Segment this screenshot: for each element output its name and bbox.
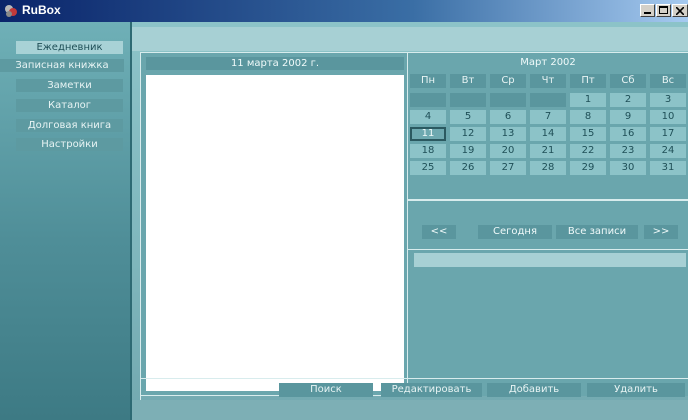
calendar-nav-bar: << Сегодня Все записи >>: [414, 225, 686, 241]
calendar-day[interactable]: 31: [650, 161, 686, 175]
calendar-day[interactable]: 4: [410, 110, 446, 124]
sidebar-item-catalog[interactable]: Каталог: [16, 99, 123, 112]
next-month-button[interactable]: >>: [644, 225, 678, 239]
bottom-toolbar: Поиск Редактировать Добавить Удалить: [140, 378, 688, 400]
divider: [408, 199, 688, 201]
calendar-day[interactable]: 29: [570, 161, 606, 175]
main-area: 11 марта 2002 г. Март 2002 Пн Вт Ср Чт Пт Сб В…: [132, 22, 688, 420]
close-button[interactable]: [672, 4, 688, 17]
calendar-day[interactable]: 15: [570, 127, 606, 141]
day-panel: 11 марта 2002 г.: [140, 52, 408, 396]
calendar-day[interactable]: 8: [570, 110, 606, 124]
calendar-day[interactable]: 25: [410, 161, 446, 175]
calendar-day-empty: [410, 93, 446, 107]
weekday-header: Пн: [410, 74, 446, 88]
calendar-day[interactable]: 20: [490, 144, 526, 158]
calendar-day[interactable]: 1: [570, 93, 606, 107]
today-button[interactable]: Сегодня: [478, 225, 552, 239]
calendar-day[interactable]: 26: [450, 161, 486, 175]
calendar-day[interactable]: 19: [450, 144, 486, 158]
calendar-day[interactable]: 16: [610, 127, 646, 141]
calendar-day[interactable]: 13: [490, 127, 526, 141]
top-strip: [132, 27, 688, 51]
calendar-panel: Март 2002 Пн Вт Ср Чт Пт Сб Вс 1 2 3 4 5 6 7 8 9 10 11 12 1…: [408, 52, 688, 396]
calendar-day-empty: [530, 93, 566, 107]
calendar-day[interactable]: 18: [410, 144, 446, 158]
calendar-day[interactable]: 27: [490, 161, 526, 175]
sidebar-item-diary[interactable]: Ежедневник: [16, 41, 123, 54]
window-title: RuBox: [22, 3, 61, 17]
title-bar: RuBox: [0, 0, 688, 22]
calendar-day[interactable]: 24: [650, 144, 686, 158]
weekday-header: Сб: [610, 74, 646, 88]
entries-list-bar[interactable]: [414, 253, 686, 267]
weekday-header: Вс: [650, 74, 686, 88]
calendar-day[interactable]: 14: [530, 127, 566, 141]
calendar-day[interactable]: 9: [610, 110, 646, 124]
all-entries-button[interactable]: Все записи: [556, 225, 638, 239]
calendar-day[interactable]: 28: [530, 161, 566, 175]
sidebar-item-notes[interactable]: Заметки: [16, 79, 123, 92]
calendar-day[interactable]: 6: [490, 110, 526, 124]
edit-button[interactable]: Редактировать: [381, 383, 482, 397]
close-icon: [676, 7, 684, 15]
weekday-header: Ср: [490, 74, 526, 88]
prev-month-button[interactable]: <<: [422, 225, 456, 239]
bottom-shade: [132, 400, 688, 420]
calendar-day-empty: [490, 93, 526, 107]
calendar-day-empty: [450, 93, 486, 107]
calendar-day[interactable]: 5: [450, 110, 486, 124]
calendar-day[interactable]: 3: [650, 93, 686, 107]
minimize-button[interactable]: [640, 4, 655, 17]
calendar-day[interactable]: 7: [530, 110, 566, 124]
maximize-icon: [659, 6, 668, 14]
calendar-day[interactable]: 21: [530, 144, 566, 158]
add-button[interactable]: Добавить: [487, 383, 581, 397]
weekday-header: Пт: [570, 74, 606, 88]
calendar-month-title: Март 2002: [520, 57, 576, 68]
calendar-day[interactable]: 17: [650, 127, 686, 141]
calendar-day[interactable]: 10: [650, 110, 686, 124]
selected-date-header: 11 марта 2002 г.: [146, 57, 404, 70]
sidebar-item-debt-book[interactable]: Долговая книга: [16, 119, 123, 132]
search-button[interactable]: Поиск: [279, 383, 373, 397]
maximize-button[interactable]: [656, 4, 671, 17]
calendar-day[interactable]: 12: [450, 127, 486, 141]
delete-button[interactable]: Удалить: [587, 383, 685, 397]
calendar-day[interactable]: 23: [610, 144, 646, 158]
calendar-day[interactable]: 2: [610, 93, 646, 107]
app-icon: [5, 5, 17, 17]
divider: [408, 249, 688, 250]
weekday-header: Вт: [450, 74, 486, 88]
weekday-header: Чт: [530, 74, 566, 88]
minimize-icon: [644, 12, 651, 14]
calendar-day[interactable]: 30: [610, 161, 646, 175]
sidebar: Ежедневник Записная книжка Заметки Катал…: [0, 22, 132, 420]
calendar-day[interactable]: 11: [410, 127, 446, 141]
sidebar-item-settings[interactable]: Настройки: [16, 138, 123, 151]
calendar-day[interactable]: 22: [570, 144, 606, 158]
day-notes-area[interactable]: [146, 75, 404, 391]
sidebar-item-address-book[interactable]: Записная книжка: [0, 59, 124, 72]
